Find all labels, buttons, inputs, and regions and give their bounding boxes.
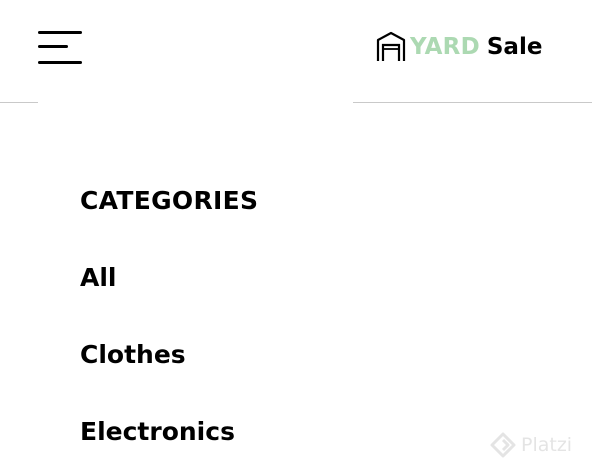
menu-bar <box>38 45 68 48</box>
menu-bar <box>38 61 82 64</box>
menu-item-electronics[interactable]: Electronics <box>80 417 235 446</box>
hamburger-menu-icon[interactable] <box>38 28 84 68</box>
logo-word-main: Sale <box>486 34 543 60</box>
watermark-text: Platzi <box>521 434 573 456</box>
menu-bar <box>38 31 82 34</box>
menu-item-clothes[interactable]: Clothes <box>80 340 186 369</box>
platzi-watermark: Platzi <box>490 432 572 458</box>
categories-heading: CATEGORIES <box>80 186 259 215</box>
logo-word-accent: YARD <box>410 34 480 60</box>
yard-sale-logo[interactable]: YARD Sale <box>375 30 542 64</box>
menu-item-all[interactable]: All <box>80 263 117 292</box>
platzi-logo-icon <box>490 432 516 458</box>
garage-icon <box>376 31 406 61</box>
